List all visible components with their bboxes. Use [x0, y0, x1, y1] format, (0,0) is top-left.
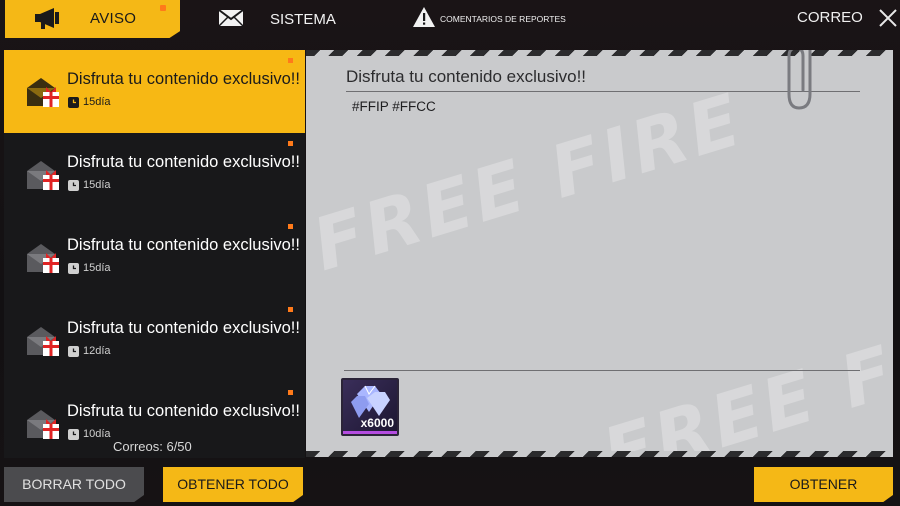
- tab-comentarios-reportes[interactable]: COMENTARIOS DE REPORTES: [412, 5, 572, 33]
- mail-title: Disfruta tu contenido exclusivo!!: [67, 70, 300, 88]
- tab-sistema-label: SISTEMA: [270, 11, 336, 28]
- megaphone-icon: [35, 8, 59, 29]
- reward-item[interactable]: x6000: [341, 378, 399, 436]
- detail-title: Disfruta tu contenido exclusivo!!: [346, 67, 587, 86]
- mail-days-remaining: 15día: [83, 179, 111, 191]
- watermark-logo: FREE FIRE: [593, 286, 893, 457]
- divider: [346, 91, 860, 92]
- mail-item[interactable]: Disfruta tu contenido exclusivo!! 15día: [4, 50, 305, 133]
- hazard-stripe-bottom: [306, 451, 893, 457]
- gift-mail-icon: [27, 161, 59, 190]
- mail-title: Disfruta tu contenido exclusivo!!: [67, 402, 300, 420]
- mail-title: Disfruta tu contenido exclusivo!!: [67, 153, 300, 171]
- reward-quantity: x6000: [360, 416, 394, 430]
- mail-item[interactable]: Disfruta tu contenido exclusivo!! 15día: [4, 133, 305, 216]
- mail-item[interactable]: Disfruta tu contenido exclusivo!! 12día: [4, 299, 305, 382]
- tab-aviso[interactable]: AVISO: [5, 0, 180, 38]
- clock-icon: [68, 346, 79, 357]
- mail-count: Correos: 6/50: [113, 439, 192, 454]
- mail-list[interactable]: Disfruta tu contenido exclusivo!! 15día D…: [4, 50, 305, 458]
- envelope-icon: [218, 9, 244, 27]
- paperclip-icon: [787, 50, 812, 110]
- borrar-todo-button[interactable]: BORRAR TODO: [4, 467, 144, 502]
- mail-title: Disfruta tu contenido exclusivo!!: [67, 319, 300, 337]
- clock-icon: [68, 263, 79, 274]
- window-title: CORREO: [797, 9, 863, 26]
- mail-days-remaining: 12día: [83, 345, 111, 357]
- divider: [344, 370, 860, 371]
- mail-days-remaining: 15día: [83, 262, 111, 274]
- mail-days-remaining: 10día: [83, 428, 111, 440]
- unread-dot: [288, 390, 293, 395]
- obtener-todo-button[interactable]: OBTENER TODO: [163, 467, 303, 502]
- warning-icon: [413, 7, 435, 27]
- tab-reportes-label: COMENTARIOS DE REPORTES: [440, 14, 566, 24]
- clock-icon: [68, 429, 79, 440]
- top-bar: AVISO SISTEMA COMENTARIOS DE REPORTES CO…: [0, 0, 900, 40]
- gift-mail-icon: [27, 78, 59, 107]
- mail-title: Disfruta tu contenido exclusivo!!: [67, 236, 300, 254]
- obtener-button[interactable]: OBTENER: [754, 467, 893, 502]
- clock-icon: [68, 180, 79, 191]
- unread-dot: [288, 224, 293, 229]
- unread-dot: [288, 141, 293, 146]
- detail-body: #FFIP #FFCC: [352, 99, 436, 114]
- tab-aviso-label: AVISO: [90, 10, 137, 27]
- unread-dot: [288, 58, 293, 63]
- notification-dot: [160, 5, 166, 11]
- mail-detail-panel: FREE FIRE FREE FIRE Disfruta tu contenid…: [306, 50, 893, 457]
- mail-days-remaining: 15día: [83, 96, 111, 108]
- gift-mail-icon: [27, 244, 59, 273]
- clock-icon: [68, 97, 79, 108]
- gift-mail-icon: [27, 410, 59, 439]
- gift-mail-icon: [27, 327, 59, 356]
- unread-dot: [288, 307, 293, 312]
- rarity-bar: [343, 431, 397, 434]
- mail-item[interactable]: Disfruta tu contenido exclusivo!! 15día: [4, 216, 305, 299]
- tab-sistema[interactable]: SISTEMA: [215, 4, 345, 34]
- close-icon[interactable]: [876, 6, 900, 30]
